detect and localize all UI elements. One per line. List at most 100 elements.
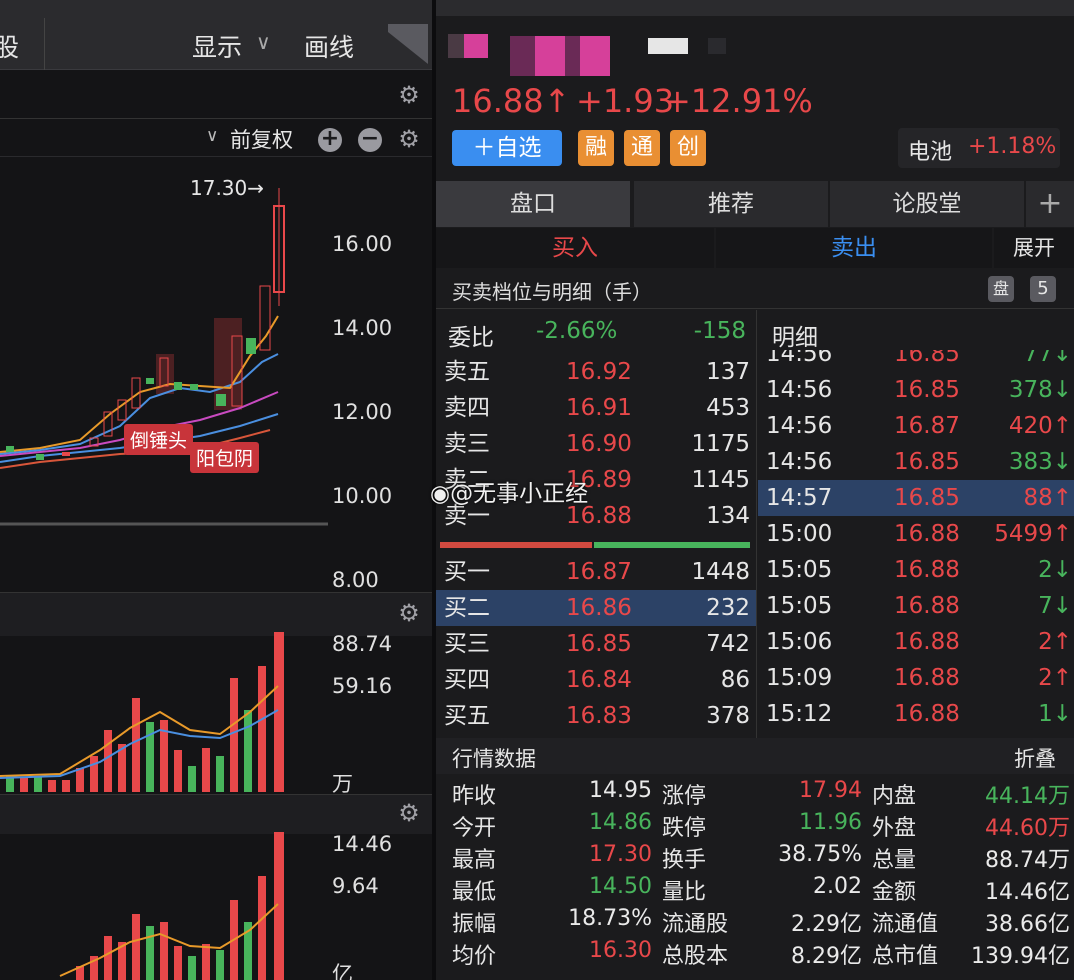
tick-volume: 378↓ [1008,377,1072,403]
tick-price: 16.88 [894,629,960,655]
margin-badge: 融 [578,130,614,166]
tick-price: 16.87 [894,413,960,439]
bid-row[interactable]: 买三 16.85 742 [436,626,756,662]
tick-time: 15:12 [766,701,833,727]
bid-label: 买三 [444,631,490,657]
tick-volume: 2↑ [1038,629,1072,655]
stat-value: 8.29亿 [791,944,862,969]
depth-level-badge[interactable]: 5 [1030,276,1056,302]
ask-volume: 1145 [691,467,750,493]
sector-chip[interactable]: 电池 +1.18% [898,128,1060,168]
expand-button[interactable]: 展开 [994,228,1074,268]
fold-button[interactable]: 折叠 [1014,743,1056,773]
title-strip [0,0,432,18]
pattern-tag: 倒锤头 [124,424,194,455]
stat-label: 外盘 [872,816,917,841]
amount-unit-label: 亿 [332,962,353,980]
tick-price: 16.88 [894,701,960,727]
tick-price: 16.85 [894,449,960,475]
stat-value: 14.86 [589,810,652,835]
draw-line-button[interactable]: 画线 [304,28,354,64]
bid-row[interactable]: 买五 16.83 378 [436,698,756,734]
tick-row: 15:00 16.88 5499↑ [758,516,1074,552]
stat-label: 总量 [872,848,917,873]
bid-label: 买一 [444,559,490,585]
bid-row[interactable]: 买四 16.84 86 [436,662,756,698]
kline-chart [0,188,328,526]
tick-row: 15:09 16.88 2↑ [758,660,1074,696]
chart-toolbar: 股 显示 ∨ 画线 [0,18,432,70]
tick-volume: 7↓ [1038,593,1072,619]
tab-orderbook[interactable]: 盘口 [436,181,630,227]
zoom-out-icon[interactable]: − [358,128,382,152]
blurred-stock-name [448,34,488,58]
display-menu-button[interactable]: 显示 [192,28,242,64]
tab-recommend[interactable]: 推荐 [634,181,828,227]
ask-price: 16.91 [566,395,632,421]
stat-label: 内盘 [872,784,917,809]
bid-label: 买四 [444,667,490,693]
kline-y-label: 8.00 [332,568,379,592]
sell-tab[interactable]: 卖出 [716,228,992,268]
volume-bars [6,632,284,792]
tick-volume: 383↓ [1008,449,1072,475]
tick-time: 15:09 [766,665,833,691]
bid-price: 16.83 [566,703,632,729]
connect-badge: 通 [624,130,660,166]
chevron-down-icon[interactable]: ∨ [256,30,271,54]
level2-icon[interactable]: 盘 [988,276,1014,302]
stat-value: 139.94亿 [971,944,1070,969]
amount-y-label: 14.46 [332,832,393,856]
buy-tab[interactable]: 买入 [436,228,714,268]
kline-y-label: 14.00 [332,316,393,340]
ask-volume: 137 [706,359,750,385]
orderbook-title: 买卖档位与明细（手） [452,280,652,304]
buy-sell-bar-green [594,542,750,548]
add-tab-button[interactable]: + [1026,181,1074,227]
gear-icon[interactable]: ⚙ [396,800,422,826]
fold-corner-icon[interactable] [388,24,428,64]
ask-row[interactable]: 卖五 16.92 137 [436,354,756,390]
bid-price: 16.86 [566,595,632,621]
candles [6,188,285,460]
amount-chart [59,832,284,980]
add-watchlist-button[interactable]: ＋自选 [452,130,562,166]
ask-row[interactable]: 卖三 16.90 1175 [436,426,756,462]
stat-label: 流通股 [662,912,729,937]
stat-label: 金额 [872,880,917,905]
tick-row: 14:56 16.87 420↑ [758,408,1074,444]
tab-forum[interactable]: 论股堂 [830,181,1024,227]
zoom-in-icon[interactable]: + [318,128,342,152]
bid-volume: 378 [706,703,750,729]
stat-label: 流通值 [872,912,939,937]
toolbar-cut-label: 股 [0,33,20,62]
ask-volume: 453 [706,395,750,421]
volume-y-label: 59.16 [332,674,393,698]
tick-time: 14:56 [766,350,833,367]
bid-row[interactable]: 买二 16.86 232 [436,590,756,626]
weibi-pct: -2.66% [536,318,618,344]
bid-row[interactable]: 买一 16.87 1448 [436,554,756,590]
blurred-stock-code [510,36,610,76]
stat-value: 2.02 [813,874,862,899]
ask-row[interactable]: 卖四 16.91 453 [436,390,756,426]
stat-value: 44.14万 [985,784,1070,809]
gear-icon[interactable]: ⚙ [396,126,422,152]
tick-list: 14:56 16.85 77↓ 14:56 16.85 378↓ 14:56 16.87 420… [758,350,1074,736]
chevron-down-icon[interactable]: ∨ [206,126,218,146]
amount-y-label: 9.64 [332,874,379,898]
stat-label: 最低 [452,880,497,905]
stat-value: 14.50 [589,874,652,899]
tick-price: 16.85 [894,485,960,511]
stat-label: 振幅 [452,912,497,937]
gear-icon[interactable]: ⚙ [396,82,422,108]
bid-label: 买五 [444,703,490,729]
gear-icon[interactable]: ⚙ [396,600,422,626]
tick-price: 16.88 [894,593,960,619]
adjust-mode-select[interactable]: 前复权 [230,124,293,154]
bid-volume: 742 [706,631,750,657]
divider [436,308,1074,309]
tick-volume: 77↓ [1023,350,1072,367]
weibi-label: 委比 [448,325,494,351]
bid-price: 16.84 [566,667,632,693]
